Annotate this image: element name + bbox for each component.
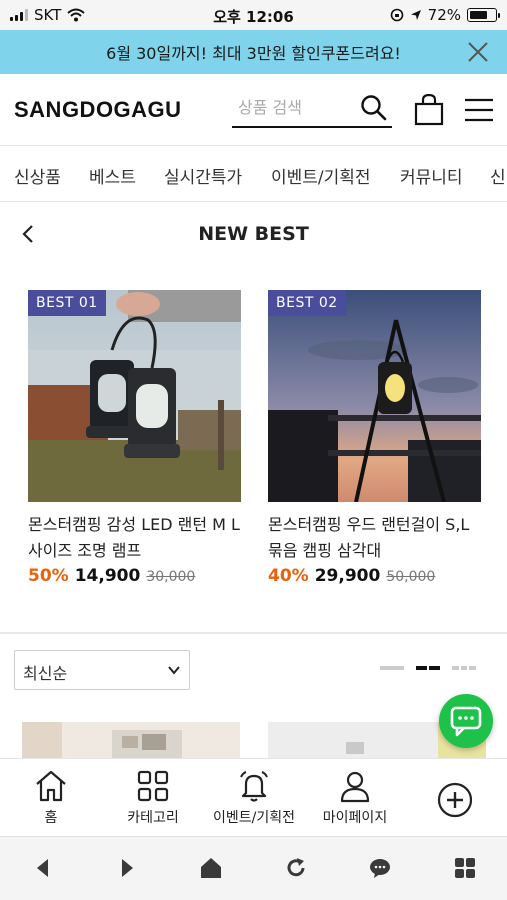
browser-home-icon[interactable] [200, 857, 222, 879]
chat-icon [450, 706, 482, 737]
rotation-lock-icon [390, 8, 403, 22]
category-item-flash-sale[interactable]: 실시간특가 [164, 163, 242, 188]
bottom-nav-more[interactable] [405, 781, 505, 823]
best-badge: BEST 01 [28, 290, 106, 316]
browser-tabs-icon[interactable] [454, 857, 476, 879]
price-row: 40% 29,900 50,000 [268, 566, 481, 586]
bottom-nav-mypage[interactable]: 마이페이지 [305, 769, 405, 827]
promo-banner[interactable]: 6월 30일까지! 최대 3만원 할인쿠폰드려요! [0, 30, 507, 74]
search-icon[interactable] [360, 94, 388, 122]
section-divider [0, 632, 507, 634]
price-row: 50% 14,900 30,000 [28, 566, 241, 586]
original-price: 30,000 [146, 569, 196, 585]
close-icon[interactable] [467, 41, 489, 63]
sale-price: 29,900 [314, 566, 381, 586]
view-list-toggle[interactable] [380, 666, 404, 670]
product-image[interactable]: BEST 01 [28, 290, 241, 502]
menu-icon[interactable] [464, 98, 494, 122]
battery-icon [467, 8, 500, 22]
browser-chat-icon[interactable] [369, 857, 391, 879]
best-badge: BEST 02 [268, 290, 346, 316]
battery-percent: 72% [427, 6, 461, 24]
plus-circle-icon [437, 782, 473, 818]
chat-button[interactable] [439, 694, 493, 748]
category-item-community[interactable]: 커뮤니티 [400, 163, 463, 188]
category-item-best[interactable]: 베스트 [89, 163, 136, 188]
home-icon [36, 770, 66, 802]
bottom-nav-home-label: 홈 [44, 810, 58, 826]
sort-selected-label: 최신순 [23, 664, 68, 683]
original-price: 50,000 [386, 569, 436, 585]
bottom-nav-mypage-label: 마이페이지 [322, 810, 388, 826]
view-grid3-toggle[interactable] [452, 666, 477, 670]
status-bar: SKT 오후 12:06 72% [0, 0, 507, 30]
location-icon [410, 10, 421, 20]
promo-text: 6월 30일까지! 최대 3만원 할인쿠폰드려요! [106, 44, 401, 63]
product-card[interactable]: BEST 01 몬스터캠핑 감성 LED 랜턴 M L 사이즈 조명 램프 50… [28, 290, 241, 586]
bottom-nav-home[interactable]: 홈 [1, 769, 101, 827]
category-item-new[interactable]: 신상품 [14, 163, 61, 188]
discount-rate: 50% [28, 566, 69, 586]
bell-icon [240, 771, 268, 802]
product-card[interactable]: BEST 02 몬스터캠핑 우드 랜턴걸이 S,L 묶음 캠핑 삼각대 40% … [268, 290, 481, 586]
bottom-nav-category[interactable]: 카테고리 [103, 769, 203, 827]
bottom-nav-category-label: 카테고리 [127, 810, 179, 826]
chevron-down-icon [168, 666, 180, 675]
grid-icon [137, 770, 169, 802]
shopping-bag-icon[interactable] [414, 94, 444, 126]
product-name[interactable]: 몬스터캠핑 우드 랜턴걸이 S,L 묶음 캠핑 삼각대 [268, 512, 481, 564]
search-input[interactable] [232, 92, 352, 122]
product-image[interactable]: BEST 02 [268, 290, 481, 502]
bottom-nav-events[interactable]: 이벤트/기획전 [204, 769, 304, 827]
bottom-nav: 홈 카테고리 이벤트/기획전 마이페이지 [0, 758, 507, 836]
discount-rate: 40% [268, 566, 309, 586]
search-box[interactable] [232, 92, 392, 128]
category-nav: 신상품 베스트 실시간특가 이벤트/기획전 커뮤니티 신 [0, 146, 507, 202]
page-title: NEW BEST [198, 223, 309, 245]
sale-price: 14,900 [74, 566, 141, 586]
view-toggles [380, 666, 477, 670]
page-title-bar: NEW BEST [0, 210, 507, 260]
category-item-more[interactable]: 신 [490, 163, 506, 188]
user-icon [340, 771, 370, 803]
product-name[interactable]: 몬스터캠핑 감성 LED 랜턴 M L 사이즈 조명 램프 [28, 512, 241, 564]
sort-dropdown[interactable]: 최신순 [14, 650, 190, 690]
bottom-nav-events-label: 이벤트/기획전 [213, 810, 295, 826]
status-right: 72% [390, 6, 500, 24]
browser-back-icon[interactable] [34, 857, 52, 879]
product-thumbnail[interactable] [22, 722, 240, 758]
browser-forward-icon[interactable] [118, 857, 136, 879]
browser-refresh-icon[interactable] [285, 857, 307, 879]
browser-toolbar [0, 836, 507, 900]
category-item-events[interactable]: 이벤트/기획전 [271, 163, 371, 188]
header: SANGDOGAGU [0, 74, 507, 146]
view-grid2-toggle[interactable] [416, 666, 440, 670]
logo[interactable]: SANGDOGAGU [14, 97, 182, 123]
